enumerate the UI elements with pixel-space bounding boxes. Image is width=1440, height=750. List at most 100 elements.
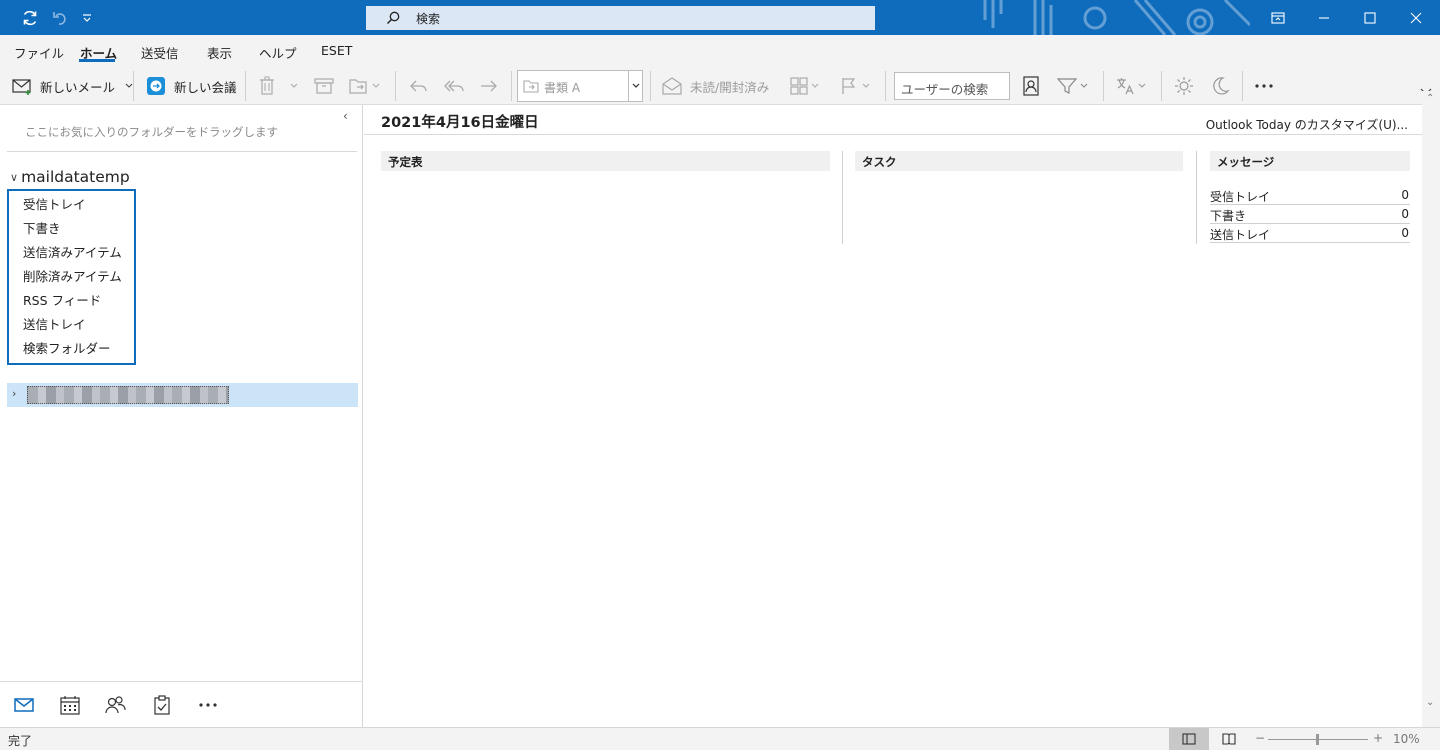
translate-icon	[1117, 78, 1134, 95]
chevron-down-icon[interactable]	[1138, 83, 1146, 89]
filter-email-button[interactable]	[1057, 67, 1088, 105]
new-mail-button[interactable]: 新しいメール	[12, 67, 133, 105]
chevron-down-icon[interactable]: ∨	[10, 171, 18, 184]
minimize-icon[interactable]	[1301, 0, 1347, 35]
chevron-down-icon[interactable]	[372, 83, 380, 89]
chevron-down-icon[interactable]	[290, 83, 298, 89]
menu-file[interactable]: ファイル	[14, 43, 64, 62]
trash-icon	[260, 76, 274, 95]
unread-read-label: 未読/開封済み	[690, 79, 770, 95]
move-button[interactable]	[349, 67, 380, 105]
account-row-selected[interactable]: ›	[7, 383, 358, 407]
zoom-out-button[interactable]: −	[1255, 731, 1265, 745]
chevron-down-icon[interactable]	[862, 83, 870, 89]
address-book-icon	[1023, 76, 1039, 96]
status-text: 完了	[8, 734, 33, 748]
zoom-level[interactable]: 10%	[1393, 732, 1420, 746]
categorize-button[interactable]	[790, 67, 819, 105]
menu-help[interactable]: ヘルプ	[259, 43, 297, 62]
new-meeting-button[interactable]: 新しい会議	[146, 67, 237, 105]
unread-read-button[interactable]: 未読/開封済み	[662, 67, 769, 105]
messages-column-header[interactable]: メッセージ	[1210, 151, 1410, 171]
category-combo[interactable]: 書類 A	[517, 70, 643, 102]
menu-eset[interactable]: ESET	[321, 43, 352, 58]
maximize-icon[interactable]	[1347, 0, 1393, 35]
message-count: 0	[1401, 226, 1409, 240]
folder-inbox[interactable]: 受信トレイ	[23, 194, 86, 213]
normal-view-icon	[1182, 733, 1196, 745]
ribbon-divider	[885, 71, 886, 101]
reply-button[interactable]	[409, 67, 429, 105]
flag-button[interactable]	[841, 67, 870, 105]
message-row-drafts[interactable]: 下書き 0	[1210, 205, 1410, 224]
forward-button[interactable]	[479, 67, 499, 105]
more-commands-button[interactable]	[1254, 67, 1274, 105]
tasks-icon[interactable]	[151, 694, 173, 716]
column-divider	[842, 151, 843, 244]
date-title: 2021年4月16日金曜日	[381, 115, 539, 131]
message-label: 下書き	[1210, 209, 1247, 223]
message-row-outbox[interactable]: 送信トレイ 0	[1210, 224, 1410, 243]
folder-drafts[interactable]: 下書き	[23, 218, 61, 237]
customize-outlook-today-link[interactable]: Outlook Today のカスタマイズ(U)...	[1206, 116, 1408, 133]
folder-rss-feeds[interactable]: RSS フィード	[23, 290, 101, 309]
chevron-down-icon[interactable]	[811, 83, 819, 89]
user-search-input[interactable]: ユーザーの検索	[894, 72, 1010, 100]
scroll-down-icon[interactable]: ⌄	[1426, 697, 1434, 708]
new-meeting-label: 新しい会議	[174, 79, 237, 95]
address-book-button[interactable]	[1022, 67, 1040, 105]
title-bar: 検索	[0, 0, 1440, 35]
sync-icon[interactable]	[13, 0, 47, 35]
mail-icon[interactable]	[13, 694, 35, 716]
message-label: 受信トレイ	[1210, 190, 1271, 204]
divider	[7, 151, 357, 152]
folder-deleted-items[interactable]: 削除済みアイテム	[23, 266, 122, 285]
dark-mode-button[interactable]	[1210, 67, 1230, 105]
chevron-right-icon[interactable]: ›	[12, 387, 16, 400]
delete-button[interactable]	[258, 67, 298, 105]
module-navigation	[0, 681, 363, 727]
folder-outbox[interactable]: 送信トレイ	[23, 314, 86, 333]
folder-sent-items[interactable]: 送信済みアイテム	[23, 242, 122, 261]
ribbon: 新しいメール 新しい会議 書類 A 未読/開封済み ユーザーの検索	[0, 67, 1440, 105]
outlook-today-pane: 2021年4月16日金曜日 Outlook Today のカスタマイズ(U)..…	[364, 105, 1422, 727]
folder-search-folders[interactable]: 検索フォルダー	[23, 338, 111, 357]
chevron-down-icon[interactable]	[125, 83, 133, 89]
more-apps-icon[interactable]	[197, 694, 219, 716]
reply-all-icon	[444, 80, 464, 92]
zoom-slider-thumb[interactable]	[1316, 734, 1319, 745]
teams-meeting-icon	[147, 77, 165, 95]
chevron-down-icon[interactable]	[628, 71, 642, 101]
tasks-column-header[interactable]: タスク	[855, 151, 1183, 171]
scroll-up-icon[interactable]: ⌃	[1426, 93, 1434, 104]
message-row-inbox[interactable]: 受信トレイ 0	[1210, 186, 1410, 205]
search-input[interactable]: 検索	[366, 6, 875, 30]
ribbon-display-icon[interactable]	[1255, 0, 1301, 35]
ribbon-divider	[1161, 71, 1162, 101]
search-icon	[387, 11, 400, 24]
category-combo-value: 書類 A	[544, 81, 581, 95]
chevron-down-icon[interactable]	[1080, 83, 1088, 89]
qat-dropdown-icon[interactable]	[72, 0, 102, 35]
divider	[364, 134, 1422, 135]
zoom-in-button[interactable]: +	[1373, 731, 1383, 745]
calendar-column-header[interactable]: 予定表	[381, 151, 830, 171]
reading-view-icon	[1222, 733, 1236, 745]
collapse-pane-icon[interactable]: ‹	[343, 109, 348, 123]
reply-all-button[interactable]	[443, 67, 465, 105]
translate-button[interactable]	[1115, 67, 1146, 105]
light-mode-button[interactable]	[1174, 67, 1194, 105]
archive-button[interactable]	[314, 67, 334, 105]
people-icon[interactable]	[104, 694, 126, 716]
calendar-icon[interactable]	[59, 694, 81, 716]
vertical-scrollbar[interactable]: ⌃ ⌄	[1422, 91, 1440, 727]
menu-send-receive[interactable]: 送受信	[141, 43, 179, 62]
account-header[interactable]: ∨ maildatatemp	[10, 168, 130, 186]
normal-view-button[interactable]	[1169, 728, 1209, 750]
folder-pane: ‹ ここにお気に入りのフォルダーをドラッグします ∨ maildatatemp …	[0, 105, 363, 727]
menu-view[interactable]: 表示	[207, 43, 232, 62]
reading-view-button[interactable]	[1209, 728, 1249, 750]
ribbon-divider	[1103, 71, 1104, 101]
column-divider	[1196, 151, 1197, 244]
close-icon[interactable]	[1393, 0, 1439, 35]
